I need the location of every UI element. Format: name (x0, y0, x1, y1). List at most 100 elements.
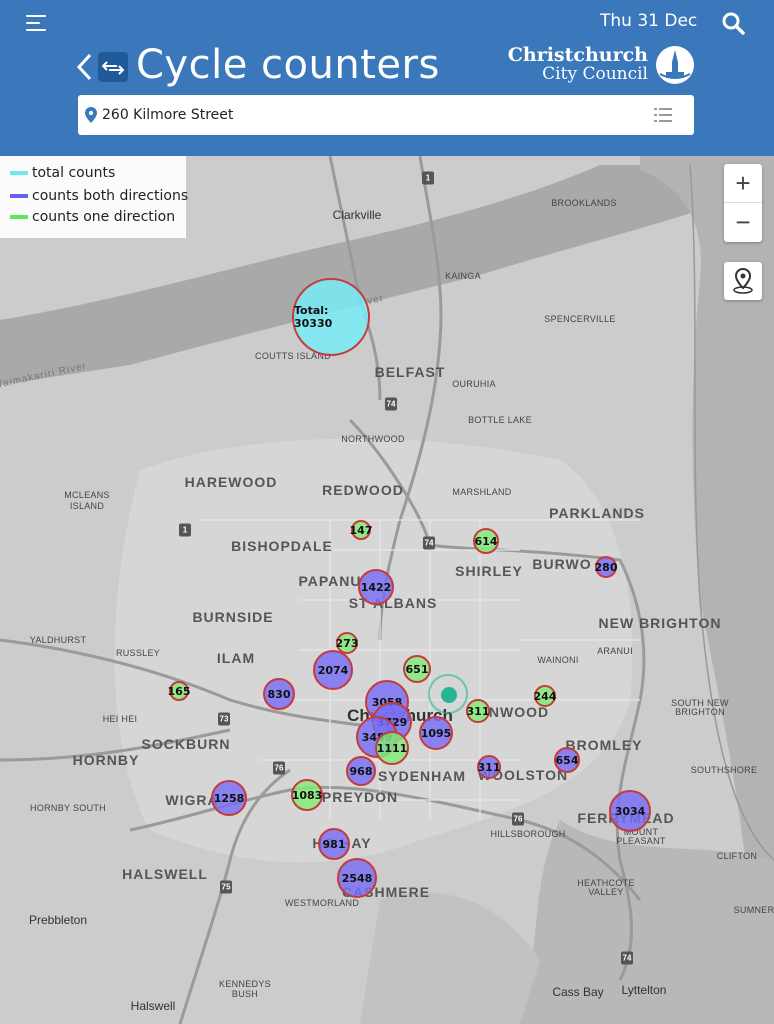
menu-icon[interactable] (26, 12, 50, 34)
zoom-out-button[interactable]: − (724, 203, 762, 241)
place-redwood: REDWOOD (322, 482, 404, 498)
legend-one-swatch (10, 215, 28, 219)
counter-marker[interactable]: 244 (534, 685, 556, 707)
place-burwood: BURWO (532, 556, 592, 572)
counter-marker-total[interactable]: Total: 30330 (292, 278, 370, 356)
place-spreydon: PREYDON (321, 789, 399, 805)
route-shield-75: 75 (220, 880, 232, 894)
place-aranui: ARANUI (597, 646, 633, 656)
place-brooklands: BROOKLANDS (551, 198, 617, 208)
place-cass-bay: Cass Bay (552, 985, 604, 999)
counter-marker[interactable]: 651 (403, 655, 431, 683)
counter-marker-label: 2074 (317, 663, 349, 677)
route-shield-73: 73 (218, 712, 230, 726)
counter-marker[interactable]: 1258 (211, 780, 247, 816)
counter-marker[interactable]: 2548 (337, 858, 377, 898)
place-ilam: ILAM (216, 650, 256, 666)
swap-arrows-icon (98, 52, 128, 82)
counter-marker[interactable]: 3034 (609, 790, 651, 832)
place-bishopdale: BISHOPDALE (231, 538, 333, 554)
route-shield-74-north: 74 (385, 397, 397, 411)
counter-marker-label: 651 (405, 662, 429, 676)
list-icon[interactable] (654, 108, 672, 122)
counter-marker[interactable]: 614 (473, 528, 499, 554)
zoom-control: + − (724, 164, 762, 242)
counter-marker[interactable]: 2074 (313, 650, 353, 690)
counter-marker[interactable]: 981 (318, 828, 350, 860)
place-halswell-town: Halswell (130, 999, 176, 1013)
counter-marker[interactable]: 1111 (375, 731, 409, 765)
page-title: Cycle counters (136, 42, 440, 88)
counter-marker-label: 1111 (376, 741, 408, 755)
place-marshland: MARSHLAND (452, 487, 512, 497)
place-sockburn: SOCKBURN (141, 736, 231, 752)
counter-marker[interactable]: 654 (554, 747, 580, 773)
app-header: Thu 31 Dec Cycle counters Christchurch C… (0, 0, 774, 156)
council-logo: Christchurch City Council (508, 44, 700, 86)
legend-total: total counts (10, 165, 115, 185)
place-pleasant: PLEASANT (616, 836, 666, 846)
route-shield-1: 1 (179, 523, 191, 537)
place-lyttelton: Lyttelton (621, 983, 667, 997)
counter-marker-label: 830 (267, 687, 291, 701)
place-kennedys: KENNEDYS (219, 979, 271, 989)
counter-marker[interactable]: 968 (346, 756, 376, 786)
counter-marker[interactable]: 147 (349, 520, 373, 540)
map-canvas[interactable]: Clarkville BROOKLANDS KAINGA SPENCERVILL… (0, 156, 774, 1024)
locate-pin-icon (733, 267, 753, 294)
legend-both-swatch (10, 194, 28, 198)
place-papanui: PAPANU (298, 573, 362, 589)
place-harewood: HAREWOOD (184, 474, 278, 490)
current-location-marker (428, 674, 468, 714)
counter-marker[interactable]: 1095 (419, 716, 453, 750)
counter-marker[interactable]: 830 (263, 678, 295, 710)
place-wainoni: WAINONI (537, 655, 579, 665)
counter-marker[interactable]: 165 (168, 681, 190, 701)
route-shield-76-east: 76 (512, 812, 524, 826)
counter-marker[interactable]: 311 (466, 699, 490, 723)
counter-marker-label: 147 (349, 523, 373, 537)
place-belfast: BELFAST (374, 364, 446, 380)
route-shield-76-west: 76 (273, 761, 285, 775)
legend-both: counts both directions (10, 188, 188, 208)
counter-marker-label: 311 (477, 760, 501, 774)
address-search-field[interactable]: 260 Kilmore Street (78, 95, 694, 135)
route-shield-74-south: 74 (621, 951, 633, 965)
counter-marker-label: 1258 (213, 791, 245, 805)
place-russley: RUSSLEY (115, 648, 161, 658)
place-prebbleton: Prebbleton (28, 913, 88, 927)
counter-marker-label: 614 (474, 534, 498, 548)
map-legend: total counts counts both directions coun… (0, 156, 188, 238)
legend-one-label: counts one direction (32, 209, 176, 225)
counter-marker-label: 3034 (614, 804, 646, 818)
counter-marker-label: 981 (322, 837, 346, 851)
address-value: 260 Kilmore Street (102, 107, 234, 123)
place-northwood: NORTHWOOD (341, 434, 405, 444)
back-chevron-icon[interactable] (74, 52, 96, 82)
counter-marker-label: 244 (533, 689, 557, 703)
route-shield-1-north: 1 (422, 171, 434, 185)
place-hei-hei: HEI HEI (102, 714, 138, 724)
place-sumner: SUMNER (733, 905, 774, 915)
header-date: Thu 31 Dec (600, 11, 698, 31)
location-pin-icon (85, 107, 97, 123)
place-clifton: CLIFTON (716, 851, 758, 861)
council-name-line2: City Council (542, 64, 648, 84)
place-ouruhia: OURUHIA (452, 379, 496, 389)
place-parklands: PARKLANDS (549, 505, 645, 521)
counter-marker-label: Total: 30330 (294, 304, 333, 330)
locate-me-button[interactable] (724, 262, 762, 300)
legend-both-label: counts both directions (32, 188, 189, 204)
place-spencerville: SPENCERVILLE (544, 314, 616, 324)
place-westmorland: WESTMORLAND (284, 898, 360, 908)
counter-marker[interactable]: 311 (477, 755, 501, 779)
legend-total-label: total counts (32, 165, 116, 181)
counter-marker[interactable]: 1422 (358, 569, 394, 605)
counter-marker[interactable]: 1083 (291, 779, 323, 811)
place-valley: VALLEY (588, 887, 624, 897)
search-icon[interactable] (720, 10, 748, 38)
place-bromley: BROMLEY (565, 737, 643, 753)
zoom-in-button[interactable]: + (724, 164, 762, 203)
counter-marker[interactable]: 280 (595, 556, 617, 578)
council-name-line1: Christchurch (507, 44, 648, 66)
